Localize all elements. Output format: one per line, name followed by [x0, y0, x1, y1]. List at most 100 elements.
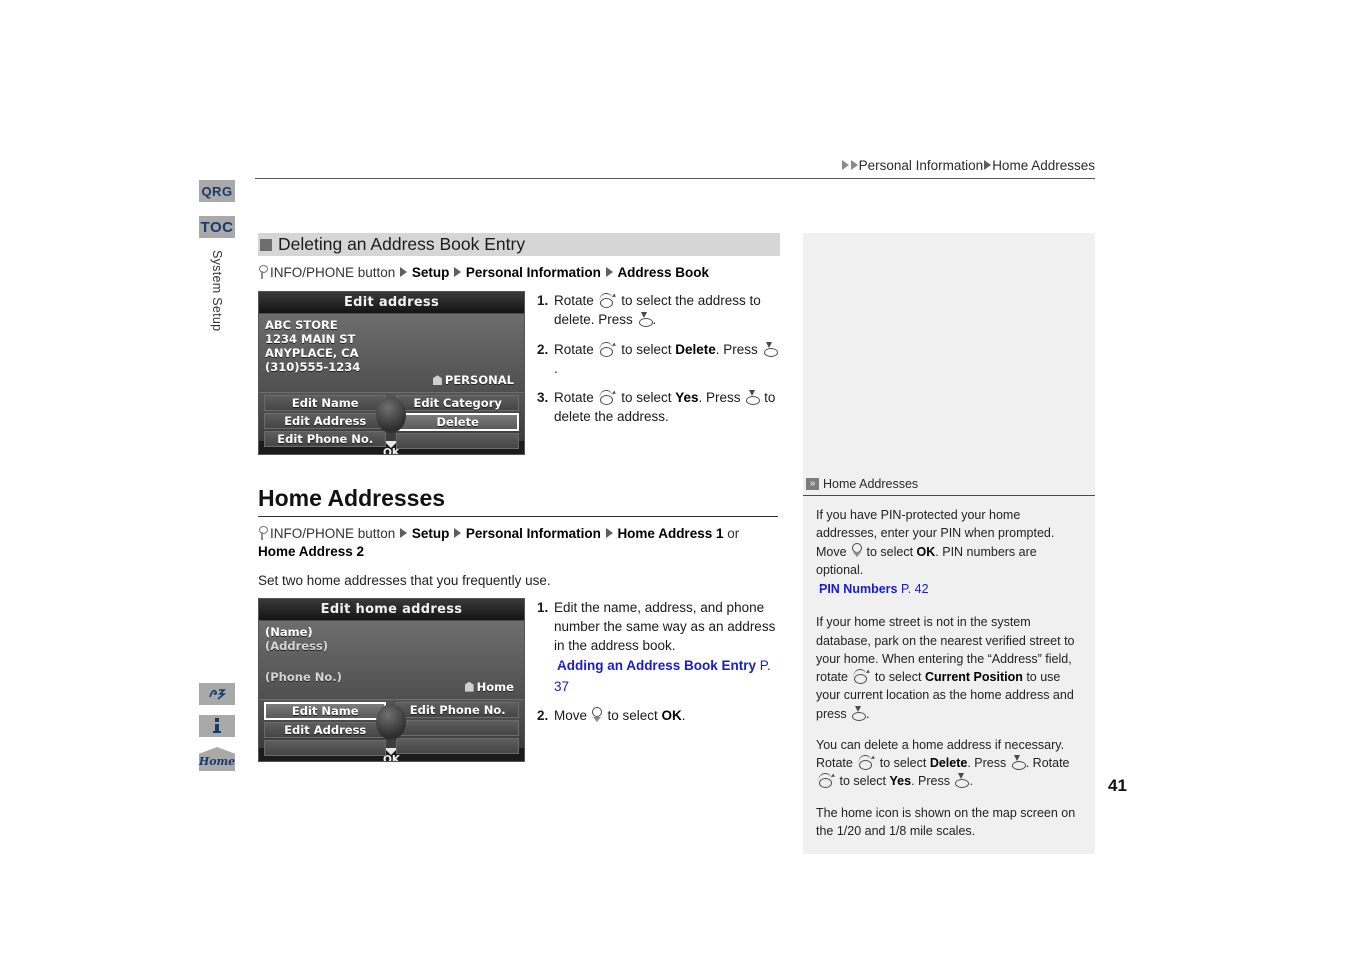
step-number: 2.: [536, 341, 549, 357]
step-text-part: . Press: [698, 389, 745, 405]
step-item: 2. Rotate to select Delete. Press .: [537, 340, 778, 378]
nav-screenshot-edit-home-address: Edit home address (Name) (Address) (Phon…: [258, 597, 525, 762]
step-item: 1. Edit the name, address, and phone num…: [537, 598, 778, 697]
lead-paragraph: Set two home addresses that you frequent…: [258, 572, 551, 588]
step-emphasis: OK: [661, 708, 682, 724]
step-text: Rotate to select Yes. Press to delete th…: [554, 388, 778, 426]
nav-button-icon: [258, 526, 268, 541]
step-text: Edit the name, address, and phone number…: [554, 598, 778, 697]
side-note-body: If you have PIN-protected your home addr…: [803, 496, 1095, 854]
chevron-right-icon: [984, 160, 992, 170]
nav-screen-button[interactable]: Edit Name: [264, 395, 387, 412]
chevron-right-icon: [850, 160, 858, 170]
menu-path-or: or: [727, 526, 740, 542]
breadcrumb-item-1: Personal Information: [858, 158, 984, 173]
page-header: Personal Information Home Addresses: [255, 158, 1095, 179]
note-emphasis: Current Position: [924, 670, 1023, 684]
menu-path-home-addresses: INFO/PHONE button Setup Personal Informa…: [258, 525, 778, 561]
info-icon[interactable]: [199, 715, 235, 737]
nav-screen-line: ANYPLACE, CA: [265, 346, 359, 361]
voice-command-icon[interactable]: [199, 683, 235, 705]
step-number: 2.: [536, 708, 549, 724]
note-emphasis: OK: [916, 544, 936, 559]
sidebar-tab-toc[interactable]: TOC: [199, 216, 235, 238]
nav-screen-button[interactable]: Edit Phone No.: [264, 431, 387, 448]
section-title: Deleting an Address Book Entry: [278, 234, 526, 254]
nav-screen-button[interactable]: Edit Category: [396, 395, 519, 412]
main-content: Deleting an Address Book Entry INFO/PHON…: [258, 233, 780, 762]
step-text-part: to select: [617, 341, 676, 357]
note-emphasis: Delete: [929, 756, 968, 770]
step-item: 1. Rotate to select the address to delet…: [537, 291, 778, 329]
rotate-knob-icon: [856, 755, 877, 770]
note-text-part: . Press: [911, 774, 954, 789]
chevron-right-icon: [454, 267, 462, 277]
menu-path-item-1: Setup: [411, 526, 450, 542]
nav-screen-buttons-left: Edit Name Edit Address: [259, 700, 391, 756]
press-knob-icon: [1010, 755, 1026, 770]
note-text-part: to select: [863, 544, 917, 559]
side-note-heading: » Home Addresses: [803, 472, 1095, 496]
chevron-right-icon: [841, 160, 849, 170]
page-number: 41: [1108, 776, 1127, 795]
home-icon-label: Home: [198, 754, 236, 768]
cross-reference-link[interactable]: PIN Numbers P. 42: [816, 580, 1082, 600]
nav-screen-button[interactable]: Edit Address: [264, 721, 387, 738]
category-icon: [432, 375, 442, 386]
side-tab-strip: QRG TOC System Setup: [199, 180, 235, 370]
nav-screen-button[interactable]: Edit Phone No.: [396, 701, 519, 718]
nav-screen-line: 1234 MAIN ST: [265, 332, 356, 347]
menu-path-deleting: INFO/PHONE button Setup Personal Informa…: [258, 264, 778, 282]
sidebar-tab-toc-label: TOC: [200, 218, 234, 236]
side-note-blank-area: [803, 233, 1095, 472]
cross-reference-link[interactable]: Adding an Address Book Entry P. 37: [554, 656, 778, 696]
nav-screen-title: Edit home address: [259, 598, 524, 621]
nav-screen-category-label: PERSONAL: [444, 373, 514, 388]
side-note-paragraph: If your home street is not in the system…: [816, 613, 1082, 723]
steps-deleting: 1. Rotate to select the address to delet…: [537, 291, 778, 455]
press-knob-icon: [762, 341, 778, 357]
move-joystick-icon: [591, 707, 604, 723]
chevron-right-icon: [400, 267, 408, 277]
nav-screen-buttons: Edit Name Edit Address Edit Phone No. Ed…: [259, 392, 524, 450]
nav-button-icon: [258, 265, 268, 280]
note-text-part: to select: [871, 670, 925, 684]
section-heading-deleting: Deleting an Address Book Entry: [258, 233, 780, 256]
side-note-paragraph: The home icon is shown on the map screen…: [816, 805, 1076, 838]
nav-screen-button-selected[interactable]: Delete: [396, 413, 519, 432]
nav-screen-button[interactable]: Edit Address: [264, 413, 387, 430]
nav-screen-line: ABC STORE: [265, 318, 338, 333]
press-knob-icon: [953, 773, 970, 789]
step-text-part: Rotate: [553, 389, 598, 405]
nav-screen-category-label: Home: [476, 679, 514, 694]
step-text-part: to select: [617, 389, 676, 405]
nav-screen-line: (Address): [265, 638, 329, 653]
step-text: Move to select OK.: [554, 706, 778, 725]
nav-knob-illustration: [376, 703, 407, 740]
note-text-part: to select: [836, 774, 890, 789]
nav-screen-button-selected[interactable]: Edit Name: [264, 701, 387, 720]
press-knob-icon: [637, 312, 653, 328]
step-text-part: to select: [603, 708, 662, 724]
title-rule: [258, 516, 778, 518]
menu-path-item-1: Setup: [411, 265, 450, 280]
menu-path-item-2: Personal Information: [465, 526, 601, 542]
step-number: 1.: [536, 599, 549, 615]
sidebar-tab-qrg-label: QRG: [201, 183, 233, 199]
move-joystick-icon: [850, 542, 863, 559]
sidebar-tab-qrg[interactable]: QRG: [199, 180, 235, 202]
note-text-part: to select: [876, 756, 930, 770]
menu-path-item-3: Address Book: [617, 265, 709, 280]
nav-screen-line: (310)555-1234: [265, 360, 361, 375]
note-text-part: . Rotate: [1025, 756, 1070, 770]
press-knob-icon: [850, 705, 867, 721]
step-number: 1.: [536, 293, 549, 309]
step-text-part: Rotate: [553, 341, 598, 357]
nav-screen-button: [396, 737, 519, 754]
nav-screen-body: (Name) (Address) (Phone No.) Home: [259, 620, 524, 699]
menu-path-item-2: Personal Information: [465, 265, 601, 280]
home-icon[interactable]: Home: [199, 747, 235, 771]
step-item: 2. Move to select OK.: [537, 706, 778, 725]
step-text-part: .: [553, 360, 558, 376]
side-note-heading-label: Home Addresses: [823, 477, 919, 491]
